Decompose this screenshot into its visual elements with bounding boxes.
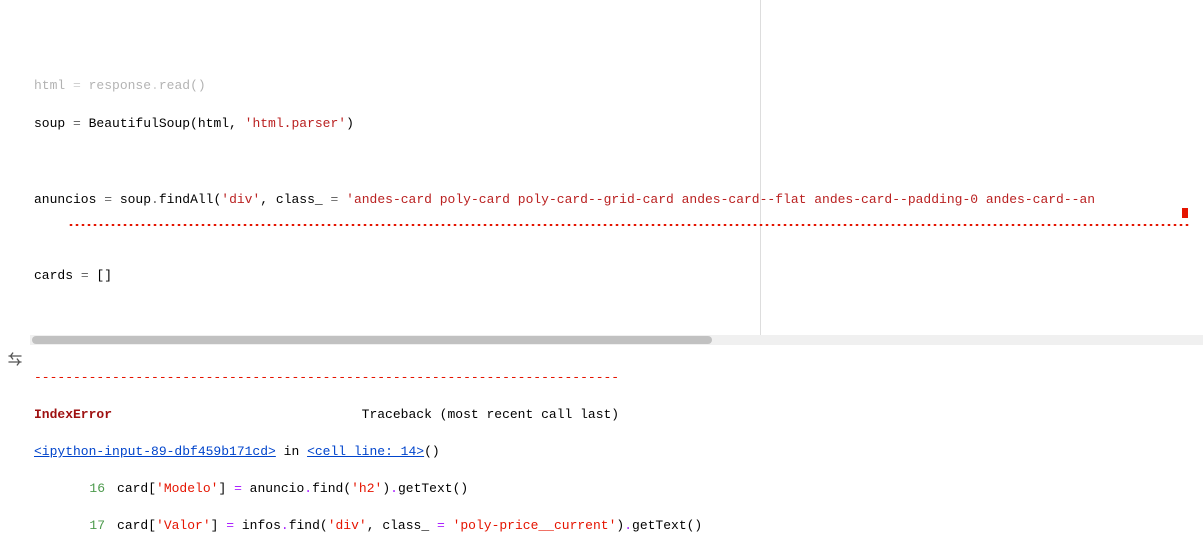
scrollbar-thumb[interactable] — [32, 336, 712, 344]
code-line[interactable]: cards = [] — [34, 266, 1191, 285]
traceback-link[interactable]: <cell line: 14> — [307, 444, 424, 459]
cell-gutter — [0, 0, 30, 545]
code-line[interactable] — [34, 228, 1191, 247]
code-line[interactable]: anuncios = soup.findAll('div', class_ = … — [34, 190, 1191, 209]
code-line[interactable]: html = response.read() — [34, 76, 1191, 95]
traceback-line: ----------------------------------------… — [34, 368, 1191, 386]
move-cell-icon[interactable] — [6, 350, 24, 374]
code-line[interactable]: soup = BeautifulSoup(html, 'html.parser'… — [34, 114, 1191, 133]
traceback-line: IndexError Traceback (most recent call l… — [34, 405, 1191, 423]
traceback-line: 16card['Modelo'] = anuncio.find('h2').ge… — [34, 479, 1191, 497]
code-line[interactable] — [34, 304, 1191, 323]
horizontal-scrollbar[interactable] — [30, 335, 1203, 345]
code-editor[interactable]: html = response.read() soup = BeautifulS… — [30, 0, 1203, 335]
error-marker[interactable] — [1182, 208, 1188, 218]
code-line[interactable] — [34, 152, 1191, 171]
output-area: ----------------------------------------… — [30, 345, 1203, 545]
traceback-line: 17card['Valor'] = infos.find('div', clas… — [34, 516, 1191, 534]
traceback-line: <ipython-input-89-dbf459b171cd> in <cell… — [34, 442, 1191, 460]
traceback-link[interactable]: <ipython-input-89-dbf459b171cd> — [34, 444, 276, 459]
error-underline — [68, 224, 1191, 226]
